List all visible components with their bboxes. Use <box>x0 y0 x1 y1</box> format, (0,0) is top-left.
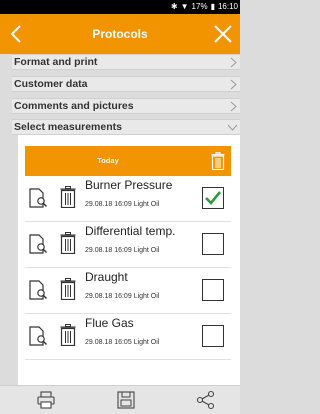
measurement-name: Burner Pressure <box>85 178 173 192</box>
measurement-date: 29.08.18 <box>85 201 113 208</box>
measurement-time: 16:05 <box>114 339 132 346</box>
chevron-right-icon <box>230 101 237 112</box>
measurement-date: 29.08.18 <box>85 247 113 254</box>
trash-icon[interactable] <box>60 186 76 208</box>
page-title: Protocols <box>92 27 148 41</box>
section-select-measurements[interactable]: Select measurements <box>12 119 240 135</box>
measurement-name: Differential temp. <box>85 224 176 238</box>
document-search-icon[interactable] <box>29 188 47 208</box>
bottom-toolbar <box>0 385 240 414</box>
trash-icon[interactable] <box>60 278 76 300</box>
measurement-row-burner-pressure: Burner Pressure 29.08.18 16:09 Light Oil <box>25 176 231 222</box>
group-label: Today <box>97 156 119 165</box>
document-search-icon[interactable] <box>29 326 47 346</box>
save-icon[interactable] <box>116 390 136 410</box>
measurement-fuel: Light Oil <box>133 293 160 300</box>
measurement-date: 29.08.18 <box>85 339 113 346</box>
close-icon[interactable] <box>212 23 234 45</box>
chevron-down-icon <box>227 124 238 131</box>
section-label: Comments and pictures <box>14 100 134 112</box>
measurement-fuel: Light Oil <box>133 339 160 346</box>
print-icon[interactable] <box>36 390 56 410</box>
trash-icon[interactable] <box>60 324 76 346</box>
section-format-and-print[interactable]: Format and print <box>12 54 240 70</box>
measurement-meta: 29.08.18 16:09 Light Oil <box>85 293 159 300</box>
measurement-fuel: Light Oil <box>133 201 160 208</box>
measurement-row-draught: Draught 29.08.18 16:09 Light Oil <box>25 268 231 314</box>
battery-level: 17% <box>191 2 208 11</box>
status-bar: ✱ ▼ 17% ▮ 16:10 <box>0 0 240 14</box>
section-customer-data[interactable]: Customer data <box>12 76 240 92</box>
measurement-fuel: Light Oil <box>133 247 160 254</box>
bluetooth-icon: ✱ <box>170 2 178 11</box>
section-label: Format and print <box>14 56 98 68</box>
measurement-date: 29.08.18 <box>85 293 113 300</box>
wifi-icon: ▼ <box>180 2 189 11</box>
clock: 16:10 <box>217 2 238 11</box>
measurement-time: 16:09 <box>114 201 132 208</box>
measurement-checkbox[interactable] <box>202 325 224 347</box>
measurement-time: 16:09 <box>114 247 132 254</box>
document-search-icon[interactable] <box>29 234 47 254</box>
measurement-time: 16:09 <box>114 293 132 300</box>
trash-icon[interactable] <box>211 152 225 170</box>
share-icon[interactable] <box>196 390 216 410</box>
measurement-meta: 29.08.18 16:05 Light Oil <box>85 339 159 346</box>
document-search-icon[interactable] <box>29 280 47 300</box>
section-comments-and-pictures[interactable]: Comments and pictures <box>12 98 240 114</box>
measurement-row-flue-gas: Flue Gas 29.08.18 16:05 Light Oil <box>25 314 231 360</box>
measurement-name: Draught <box>85 270 128 284</box>
trash-icon[interactable] <box>60 232 76 254</box>
measurement-meta: 29.08.18 16:09 Light Oil <box>85 201 159 208</box>
measurement-meta: 29.08.18 16:09 Light Oil <box>85 247 159 254</box>
section-label: Select measurements <box>14 121 122 133</box>
check-icon <box>205 191 222 205</box>
section-label: Customer data <box>14 78 88 90</box>
measurement-checkbox[interactable] <box>202 187 224 209</box>
battery-icon: ▮ <box>210 2 215 11</box>
measurement-row-differential-temp: Differential temp. 29.08.18 16:09 Light … <box>25 222 231 268</box>
group-header-today: Today <box>25 146 231 176</box>
chevron-right-icon <box>230 79 237 90</box>
measurement-checkbox[interactable] <box>202 233 224 255</box>
measurement-checkbox[interactable] <box>202 279 224 301</box>
app-header: Protocols <box>0 14 240 54</box>
measurement-name: Flue Gas <box>85 316 134 330</box>
chevron-right-icon <box>230 57 237 68</box>
